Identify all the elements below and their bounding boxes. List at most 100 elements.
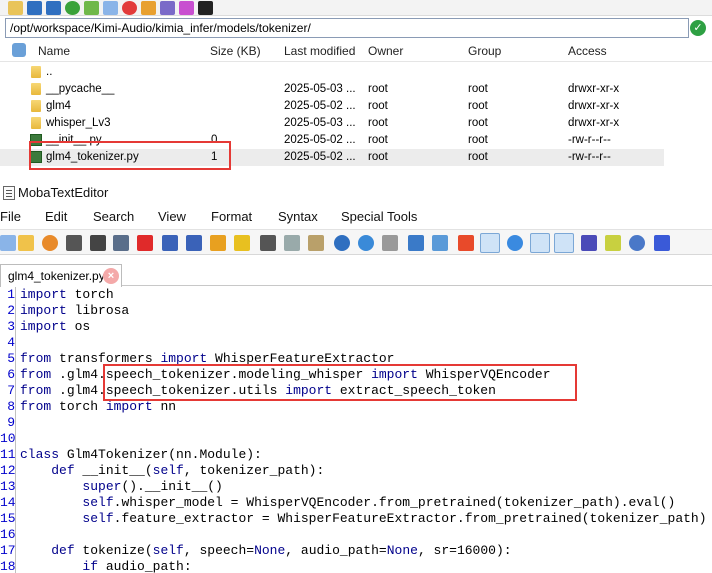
paste-icon[interactable] [308, 235, 324, 251]
python-file-icon [30, 151, 42, 163]
code-line[interactable]: 12 def __init__(self, tokenizer_path): [0, 463, 712, 479]
menu-special-tools[interactable]: Special Tools [341, 209, 417, 224]
code-line[interactable]: 15 self.feature_extractor = WhisperFeatu… [0, 511, 712, 527]
star-icon[interactable] [234, 235, 250, 251]
path-input[interactable] [5, 18, 689, 38]
menu-bar: File Edit Search View Format Syntax Spec… [0, 207, 712, 227]
tab-bar: glm4_tokenizer.py × [0, 260, 712, 287]
code-line[interactable]: 9 [0, 415, 712, 431]
menu-syntax[interactable]: Syntax [278, 209, 318, 224]
file-row[interactable]: whisper_Lv3 2025-05-03 ... root root drw… [0, 115, 664, 132]
file-name: .. [46, 66, 53, 78]
folder-icon [31, 83, 41, 95]
tab-glm4-tokenizer[interactable]: glm4_tokenizer.py × [0, 264, 122, 287]
open-folder-icon[interactable] [18, 235, 34, 251]
go-ok-icon[interactable]: ✓ [690, 20, 706, 36]
print-icon[interactable] [113, 235, 129, 251]
column-modified[interactable]: Last modified [284, 44, 355, 58]
close-window-icon[interactable] [654, 235, 670, 251]
file-owner: root [368, 100, 388, 112]
menu-edit[interactable]: Edit [45, 209, 67, 224]
copy-icon[interactable] [284, 235, 300, 251]
file-row[interactable]: glm4 2025-05-02 ... root root drwxr-xr-x [0, 98, 664, 115]
open-icon[interactable] [84, 0, 99, 15]
windows-icon[interactable] [458, 235, 474, 251]
code-line[interactable]: 6 from .glm4.speech_tokenizer.modeling_wh… [0, 367, 712, 383]
file-row[interactable]: .. [0, 64, 664, 81]
file-row[interactable]: __pycache__ 2025-05-03 ... root root drw… [0, 81, 664, 98]
file-owner: root [368, 134, 388, 146]
file-row[interactable]: __init__.py 0 2025-05-02 ... root root -… [0, 132, 664, 149]
line-text: super().__init__() [82, 479, 223, 494]
tab-close-icon[interactable]: × [103, 268, 119, 284]
highlighter-icon[interactable] [605, 235, 621, 251]
linux-icon[interactable] [480, 233, 500, 253]
undo-icon[interactable] [530, 233, 550, 253]
menu-search[interactable]: Search [93, 209, 134, 224]
replace-icon[interactable] [358, 235, 374, 251]
cut-icon[interactable] [260, 235, 276, 251]
file-modified: 2025-05-03 ... [284, 83, 356, 95]
line-number: 3 [7, 319, 15, 334]
code-line[interactable]: 18 if audio_path: [0, 559, 712, 573]
convert-icon[interactable] [432, 235, 448, 251]
code-line[interactable]: 11 class Glm4Tokenizer(nn.Module): [0, 447, 712, 463]
save-all-icon[interactable] [90, 235, 106, 251]
edit-mode-icon[interactable] [554, 233, 574, 253]
settings-icon[interactable] [629, 235, 645, 251]
delete-icon[interactable] [122, 0, 137, 15]
code-line[interactable]: 8 from torch import nn [0, 399, 712, 415]
column-group[interactable]: Group [468, 44, 501, 58]
refresh-icon[interactable] [65, 0, 80, 15]
code-line[interactable]: 16 [0, 527, 712, 543]
column-access[interactable]: Access [568, 44, 607, 58]
code-line[interactable]: 7 from .glm4.speech_tokenizer.utils impor… [0, 383, 712, 399]
code-line[interactable]: 1 import torch [0, 287, 712, 303]
folder-icon [31, 117, 41, 129]
code-line[interactable]: 2 import librosa [0, 303, 712, 319]
code-line[interactable]: 14 self.whisper_model = WhisperVQEncoder… [0, 495, 712, 511]
column-name[interactable]: Name [38, 44, 70, 58]
file-group: root [468, 134, 488, 146]
home-folder-icon[interactable] [8, 0, 23, 15]
code-line[interactable]: 4 [0, 335, 712, 351]
text-icon[interactable] [160, 0, 175, 15]
line-text: def tokenize(self, speech=None, audio_pa… [51, 543, 512, 558]
code-line[interactable]: 13 super().__init__() [0, 479, 712, 495]
recent-icon[interactable] [42, 235, 58, 251]
file-name: glm4 [46, 100, 71, 112]
code-line[interactable]: 3 import os [0, 319, 712, 335]
bookmark-icon[interactable] [210, 235, 226, 251]
line-text: if audio_path: [82, 559, 192, 573]
new-icon[interactable] [0, 235, 16, 251]
file-name: glm4_tokenizer.py [46, 151, 139, 163]
file-list: Name Size (KB) Last modified Owner Group… [0, 40, 712, 168]
code-line[interactable]: 17 def tokenize(self, speech=None, audio… [0, 543, 712, 559]
column-owner[interactable]: Owner [368, 44, 403, 58]
menu-format[interactable]: Format [211, 209, 252, 224]
find-icon[interactable] [334, 235, 350, 251]
indent-decrease-icon[interactable] [162, 235, 178, 251]
column-size[interactable]: Size (KB) [210, 44, 261, 58]
properties-icon[interactable] [141, 0, 156, 15]
code-line[interactable]: 5 from transformers import WhisperFeature… [0, 351, 712, 367]
menu-view[interactable]: View [158, 209, 186, 224]
terminal-icon[interactable] [198, 0, 213, 15]
download-icon[interactable] [27, 0, 42, 15]
code-line[interactable]: 10 [0, 431, 712, 447]
file-row-selected[interactable]: glm4_tokenizer.py 1 2025-05-02 ... root … [0, 149, 664, 166]
paragraph-icon[interactable] [581, 235, 597, 251]
menu-file[interactable]: File [0, 209, 21, 224]
indent-increase-icon[interactable] [186, 235, 202, 251]
new-file-icon[interactable] [103, 0, 118, 15]
code-editor[interactable]: 1 import torch 2 import librosa 3 import os 4 5… [0, 287, 712, 573]
save-icon[interactable] [66, 235, 82, 251]
compare-icon[interactable] [408, 235, 424, 251]
magic-wand-icon[interactable] [179, 0, 194, 15]
editor-title: MobaTextEditor [18, 185, 109, 200]
upload-icon[interactable] [46, 0, 61, 15]
close-icon[interactable] [137, 235, 153, 251]
file-name: __pycache__ [46, 83, 115, 95]
goto-icon[interactable] [382, 235, 398, 251]
apple-icon[interactable] [507, 235, 523, 251]
